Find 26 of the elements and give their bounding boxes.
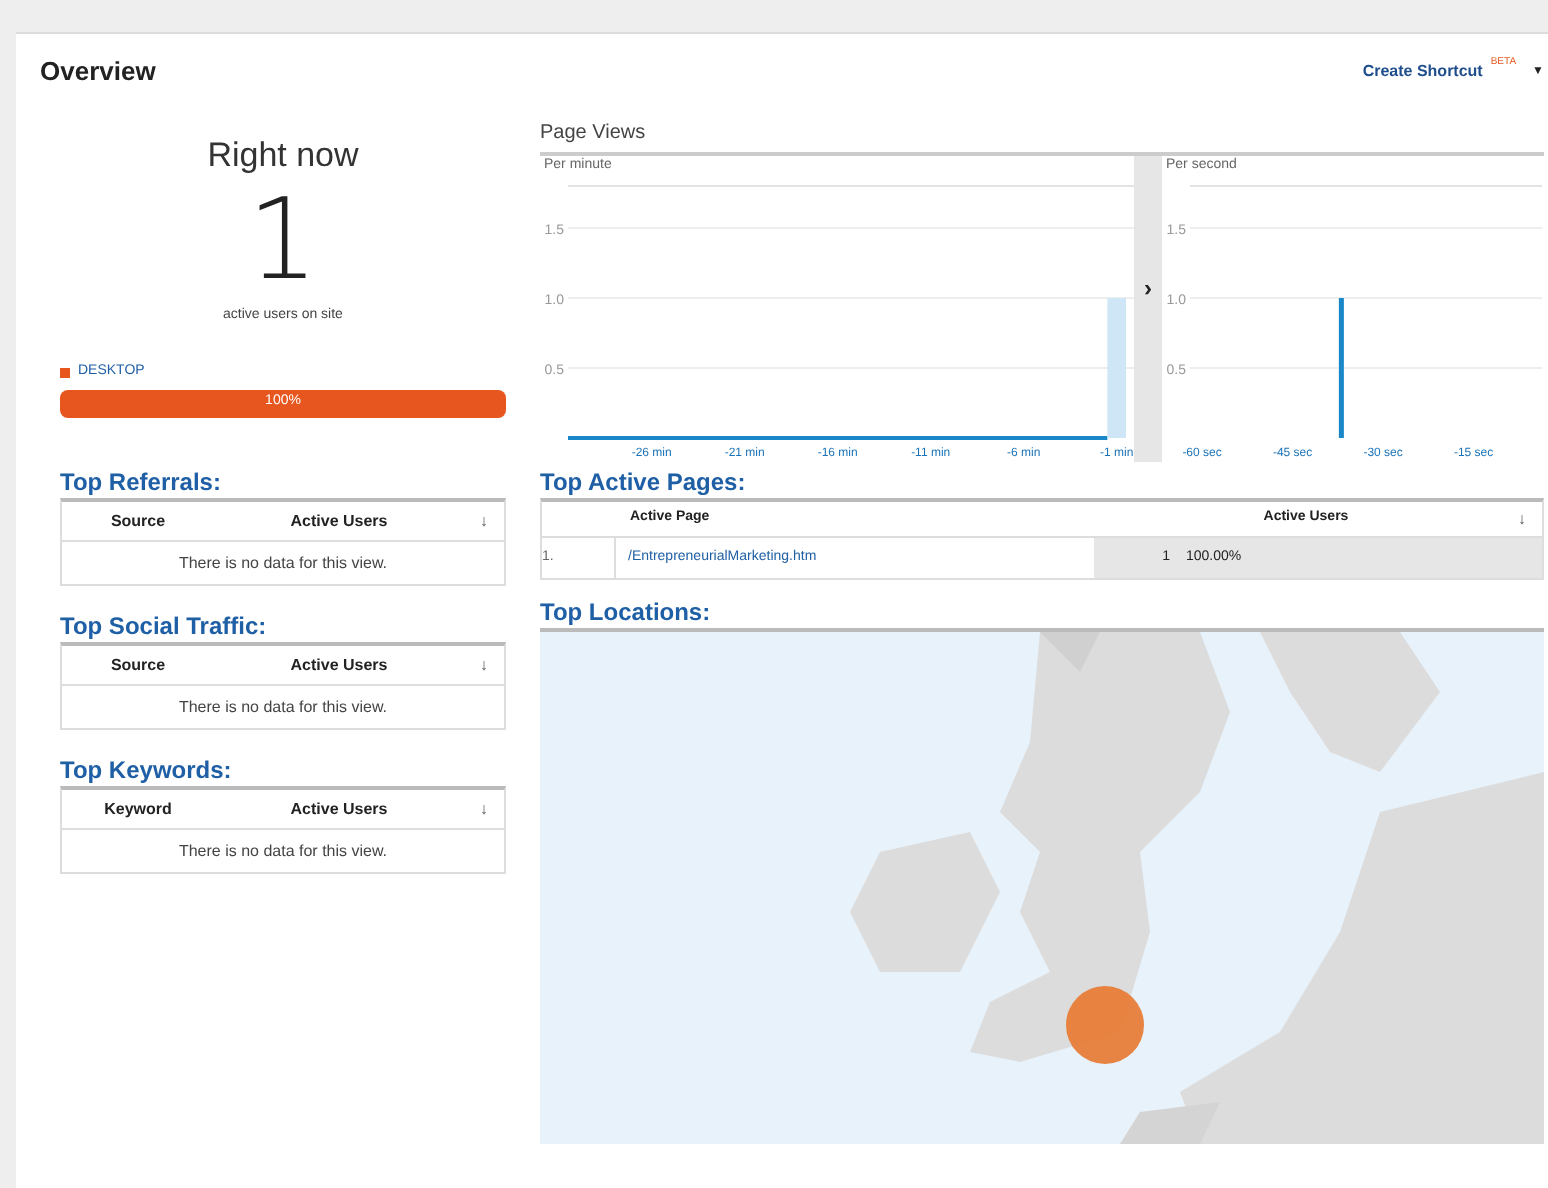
section-title: Top Active Pages: xyxy=(540,466,748,498)
sort-icon[interactable]: ↓ xyxy=(480,509,488,533)
bar xyxy=(1107,297,1126,437)
create-shortcut-link[interactable]: Create Shortcut xyxy=(1362,60,1483,84)
bar xyxy=(1338,297,1344,437)
column-header: Active Users xyxy=(288,653,390,677)
sort-icon[interactable]: ↓ xyxy=(480,797,488,821)
chart-title: Page Views xyxy=(540,120,648,148)
empty-message: There is no data for this view. xyxy=(176,695,390,719)
right-now-title: Right now xyxy=(207,134,359,178)
column-header: Source xyxy=(108,653,168,677)
section-title: Top Referrals: xyxy=(60,466,223,498)
section-title: Top Social Traffic: xyxy=(60,610,269,642)
empty-message: There is no data for this view. xyxy=(176,839,390,863)
column-header: Source xyxy=(108,509,168,533)
sort-icon[interactable]: ↓ xyxy=(1518,507,1526,531)
active-user-count: 1 xyxy=(247,181,319,301)
section-title: Top Keywords: xyxy=(60,754,234,786)
section-title: Top Locations: xyxy=(540,596,713,628)
empty-message: There is no data for this view. xyxy=(176,551,390,575)
sort-icon[interactable]: ↓ xyxy=(480,653,488,677)
column-header: Active Users xyxy=(288,509,390,533)
column-header: Keyword xyxy=(102,797,174,821)
column-header: Active Users xyxy=(288,797,390,821)
page-title: Overview xyxy=(40,54,156,91)
collapse-handle[interactable]: › xyxy=(1134,156,1162,462)
